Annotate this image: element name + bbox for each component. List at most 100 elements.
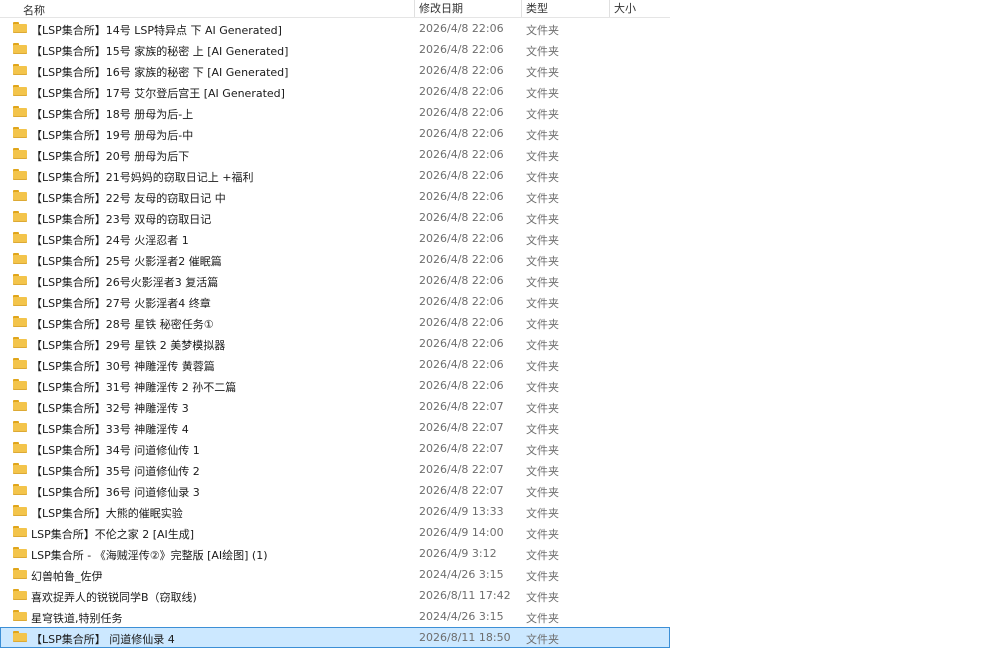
folder-icon — [13, 547, 27, 558]
file-name: 【LSP集合所】18号 册母为后-上 — [31, 108, 194, 121]
folder-icon — [13, 484, 27, 495]
file-row[interactable]: 【LSP集合所】15号 家族的秘密 上 [AI Generated] 2026/4… — [0, 39, 670, 60]
file-name: 星穹铁道,特别任务 — [31, 612, 123, 625]
file-row[interactable]: 【LSP集合所】31号 神雕淫传 2 孙不二篇 2026/4/8 22:06 文件夹 — [0, 375, 670, 396]
file-date: 2026/8/11 17:42 — [419, 589, 511, 602]
column-size[interactable]: 大小 — [609, 0, 670, 17]
file-date: 2026/4/8 22:06 — [419, 127, 504, 140]
file-name: 【LSP集合所】32号 神雕淫传 3 — [31, 402, 189, 415]
column-header: 名称 修改日期 类型 大小 — [0, 0, 670, 18]
folder-icon — [13, 253, 27, 264]
file-date: 2026/4/9 14:00 — [419, 526, 504, 539]
file-type: 文件夹 — [526, 171, 559, 184]
file-type: 文件夹 — [526, 402, 559, 415]
file-row[interactable]: 【LSP集合所】19号 册母为后-中 2026/4/8 22:06 文件夹 — [0, 123, 670, 144]
folder-icon — [13, 337, 27, 348]
file-row[interactable]: 【LSP集合所】20号 册母为后下 2026/4/8 22:06 文件夹 — [0, 144, 670, 165]
file-date: 2026/4/8 22:06 — [419, 274, 504, 287]
file-type: 文件夹 — [526, 423, 559, 436]
file-row[interactable]: 【LSP集合所】33号 神雕淫传 4 2026/4/8 22:07 文件夹 — [0, 417, 670, 438]
file-row[interactable]: 【LSP集合所】36号 问道修仙录 3 2026/4/8 22:07 文件夹 — [0, 480, 670, 501]
file-date: 2026/4/8 22:06 — [419, 106, 504, 119]
file-type: 文件夹 — [526, 108, 559, 121]
file-type: 文件夹 — [526, 549, 559, 562]
file-row[interactable]: 【LSP集合所】35号 问道修仙传 2 2026/4/8 22:07 文件夹 — [0, 459, 670, 480]
file-name: 【LSP集合所】33号 神雕淫传 4 — [31, 423, 189, 436]
file-row[interactable]: 喜欢捉弄人的锐锐同学B（窃取线) 2026/8/11 17:42 文件夹 — [0, 585, 670, 606]
file-row[interactable]: 【LSP集合所】26号火影淫者3 复活篇 2026/4/8 22:06 文件夹 — [0, 270, 670, 291]
folder-icon — [13, 127, 27, 138]
file-name: 【LSP集合所】35号 问道修仙传 2 — [31, 465, 200, 478]
file-row[interactable]: 【LSP集合所】18号 册母为后-上 2026/4/8 22:06 文件夹 — [0, 102, 670, 123]
file-row[interactable]: 星穹铁道,特别任务 2024/4/26 3:15 文件夹 — [0, 606, 670, 627]
file-row[interactable]: LSP集合所】不伦之家 2 [AI生成] 2026/4/9 14:00 文件夹 — [0, 522, 670, 543]
file-name: 【LSP集合所】24号 火淫忍者 1 — [31, 234, 189, 247]
file-name: 【LSP集合所】21号妈妈的窃取日记上 +福利 — [31, 171, 254, 184]
file-date: 2026/4/8 22:06 — [419, 379, 504, 392]
column-date[interactable]: 修改日期 — [414, 0, 463, 17]
file-row[interactable]: 【LSP集合所】大熊的催眠实验 2026/4/9 13:33 文件夹 — [0, 501, 670, 522]
file-row[interactable]: 【LSP集合所】34号 问道修仙传 1 2026/4/8 22:07 文件夹 — [0, 438, 670, 459]
file-name: 喜欢捉弄人的锐锐同学B（窃取线) — [31, 591, 197, 604]
file-type: 文件夹 — [526, 381, 559, 394]
file-type: 文件夹 — [526, 213, 559, 226]
file-row[interactable]: 幻兽帕鲁_佐伊 2024/4/26 3:15 文件夹 — [0, 564, 670, 585]
file-date: 2026/4/8 22:06 — [419, 169, 504, 182]
file-date: 2026/4/8 22:07 — [419, 400, 504, 413]
file-row[interactable]: 【LSP集合所】32号 神雕淫传 3 2026/4/8 22:07 文件夹 — [0, 396, 670, 417]
file-name: LSP集合所 - 《海贼淫传②》完整版 [AI绘图] (1) — [31, 549, 268, 562]
file-type: 文件夹 — [526, 339, 559, 352]
file-name: 【LSP集合所】14号 LSP特异点 下 AI Generated] — [31, 24, 282, 37]
folder-icon — [13, 64, 27, 75]
file-row[interactable]: 【LSP集合所】29号 星铁 2 美梦模拟器 2026/4/8 22:06 文件夹 — [0, 333, 670, 354]
file-name: 【LSP集合所】25号 火影淫者2 催眠篇 — [31, 255, 222, 268]
file-row[interactable]: 【LSP集合所】28号 星铁 秘密任务① 2026/4/8 22:06 文件夹 — [0, 312, 670, 333]
folder-icon — [13, 169, 27, 180]
column-type[interactable]: 类型 — [521, 0, 548, 17]
folder-icon — [13, 190, 27, 201]
folder-icon — [13, 568, 27, 579]
file-name: 【LSP集合所】16号 家族的秘密 下 [AI Generated] — [31, 66, 289, 79]
file-name: 【LSP集合所】大熊的催眠实验 — [31, 507, 183, 520]
file-row[interactable]: LSP集合所 - 《海贼淫传②》完整版 [AI绘图] (1) 2026/4/9 3… — [0, 543, 670, 564]
file-date: 2026/4/8 22:06 — [419, 295, 504, 308]
file-row[interactable]: 【LSP集合所】22号 友母的窃取日记 中 2026/4/8 22:06 文件夹 — [0, 186, 670, 207]
file-type: 文件夹 — [526, 150, 559, 163]
folder-icon — [13, 358, 27, 369]
file-row[interactable]: 【LSP集合所】14号 LSP特异点 下 AI Generated] 2026/4… — [0, 18, 670, 39]
file-date: 2026/4/8 22:06 — [419, 337, 504, 350]
file-row[interactable]: 【LSP集合所】16号 家族的秘密 下 [AI Generated] 2026/4… — [0, 60, 670, 81]
folder-icon — [13, 631, 27, 642]
file-date: 2026/4/9 3:12 — [419, 547, 497, 560]
folder-icon — [13, 526, 27, 537]
file-name: 【LSP集合所】19号 册母为后-中 — [31, 129, 194, 142]
file-name: 【LSP集合所】15号 家族的秘密 上 [AI Generated] — [31, 45, 289, 58]
file-type: 文件夹 — [526, 465, 559, 478]
file-row[interactable]: 【LSP集合所】21号妈妈的窃取日记上 +福利 2026/4/8 22:06 文件夹 — [0, 165, 670, 186]
file-type: 文件夹 — [526, 255, 559, 268]
file-row-selected[interactable]: 【LSP集合所】 问道修仙录 4 2026/8/11 18:50 文件夹 — [0, 627, 670, 648]
file-date: 2026/4/8 22:07 — [419, 484, 504, 497]
folder-icon — [13, 442, 27, 453]
file-row[interactable]: 【LSP集合所】25号 火影淫者2 催眠篇 2026/4/8 22:06 文件夹 — [0, 249, 670, 270]
folder-icon — [13, 148, 27, 159]
folder-icon — [13, 379, 27, 390]
file-row[interactable]: 【LSP集合所】30号 神雕淫传 黄蓉篇 2026/4/8 22:06 文件夹 — [0, 354, 670, 375]
file-row[interactable]: 【LSP集合所】23号 双母的窃取日记 2026/4/8 22:06 文件夹 — [0, 207, 670, 228]
file-name: 【LSP集合所】22号 友母的窃取日记 中 — [31, 192, 226, 205]
file-type: 文件夹 — [526, 360, 559, 373]
folder-icon — [13, 589, 27, 600]
file-type: 文件夹 — [526, 612, 559, 625]
file-type: 文件夹 — [526, 66, 559, 79]
column-name[interactable]: 名称 — [23, 2, 45, 18]
folder-icon — [13, 505, 27, 516]
file-date: 2026/4/8 22:07 — [419, 442, 504, 455]
file-row[interactable]: 【LSP集合所】24号 火淫忍者 1 2026/4/8 22:06 文件夹 — [0, 228, 670, 249]
folder-icon — [13, 610, 27, 621]
file-row[interactable]: 【LSP集合所】17号 艾尔登后宫王 [AI Generated] 2026/4/… — [0, 81, 670, 102]
file-row[interactable]: 【LSP集合所】27号 火影淫者4 终章 2026/4/8 22:06 文件夹 — [0, 291, 670, 312]
file-date: 2026/4/8 22:06 — [419, 148, 504, 161]
file-type: 文件夹 — [526, 234, 559, 247]
file-name: 幻兽帕鲁_佐伊 — [31, 570, 103, 583]
file-type: 文件夹 — [526, 528, 559, 541]
